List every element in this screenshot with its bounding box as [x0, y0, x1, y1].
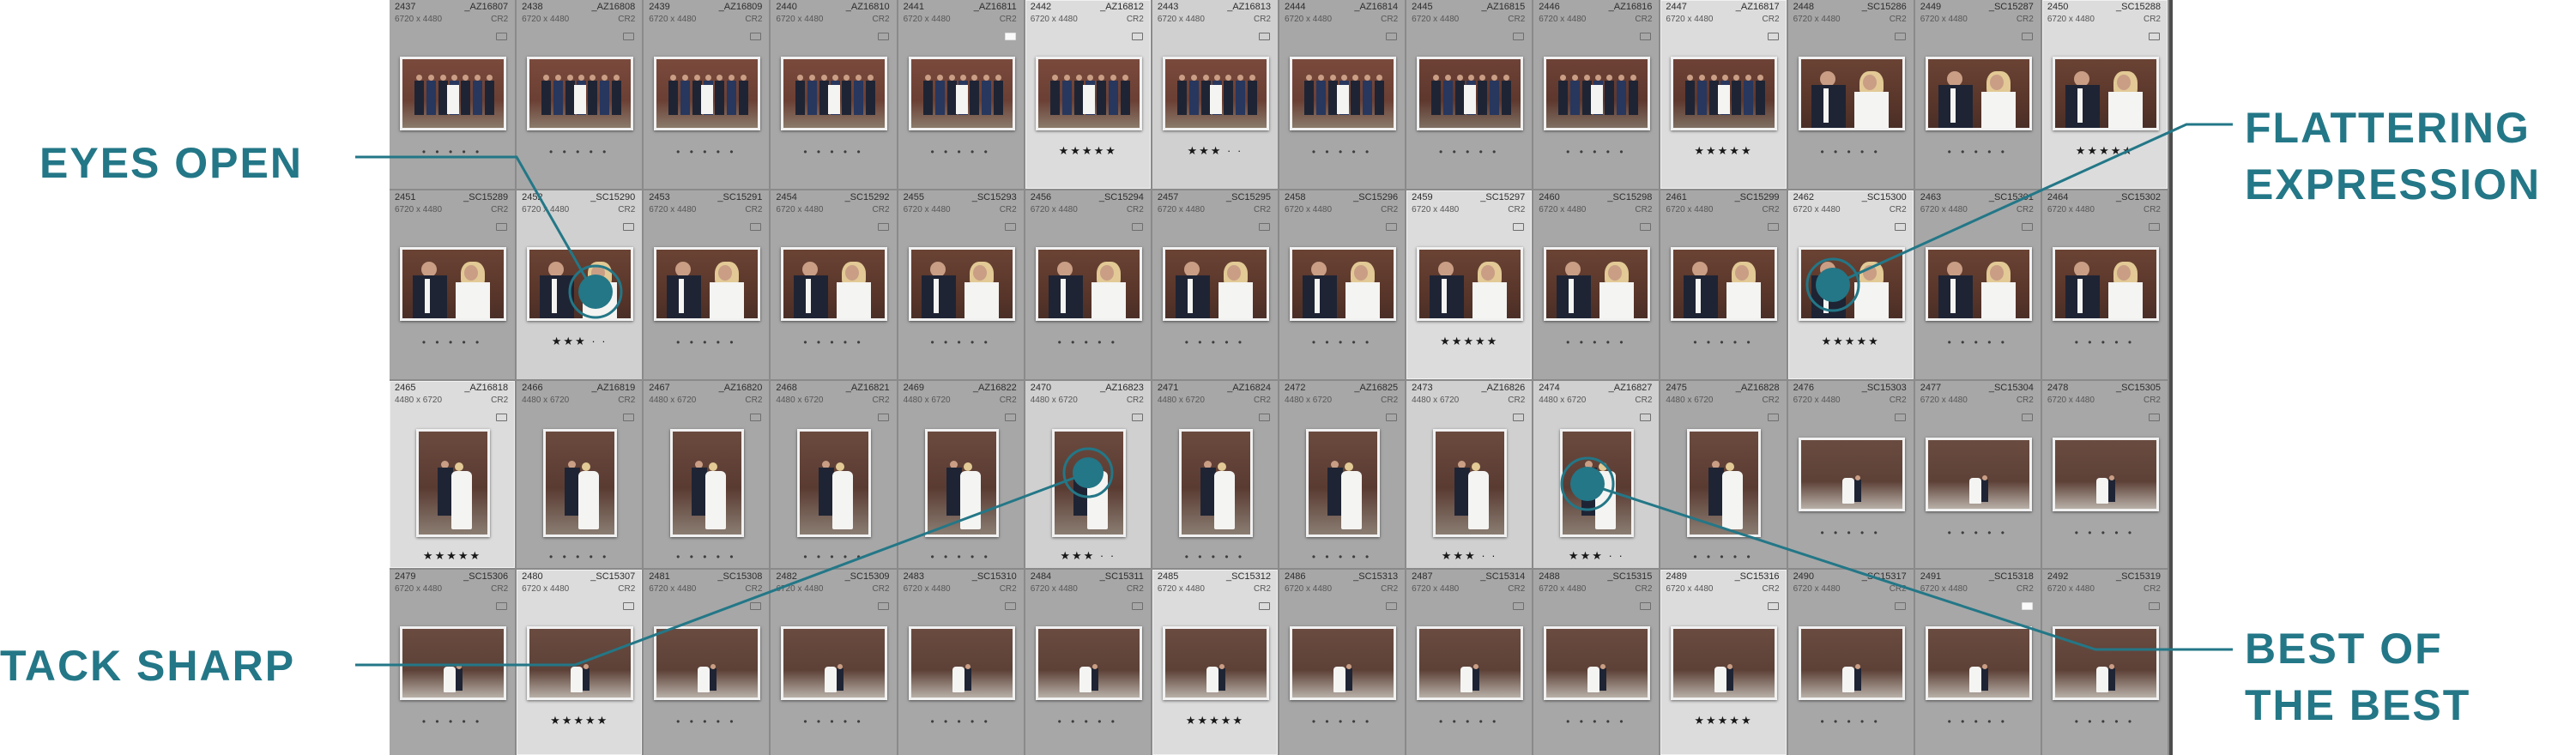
focus-dot-best — [1570, 467, 1605, 501]
leader-line-flattering — [1832, 123, 2233, 287]
leader-line-tack-sharp — [355, 471, 1089, 667]
focus-dot-eyes — [578, 275, 613, 309]
leader-line-best — [1587, 482, 2233, 651]
leader-line-eyes-open — [355, 155, 597, 296]
focus-dot-tack — [1073, 457, 1104, 488]
focus-dot-flattering — [1816, 268, 1850, 302]
callout-overlay — [355, 123, 2233, 667]
